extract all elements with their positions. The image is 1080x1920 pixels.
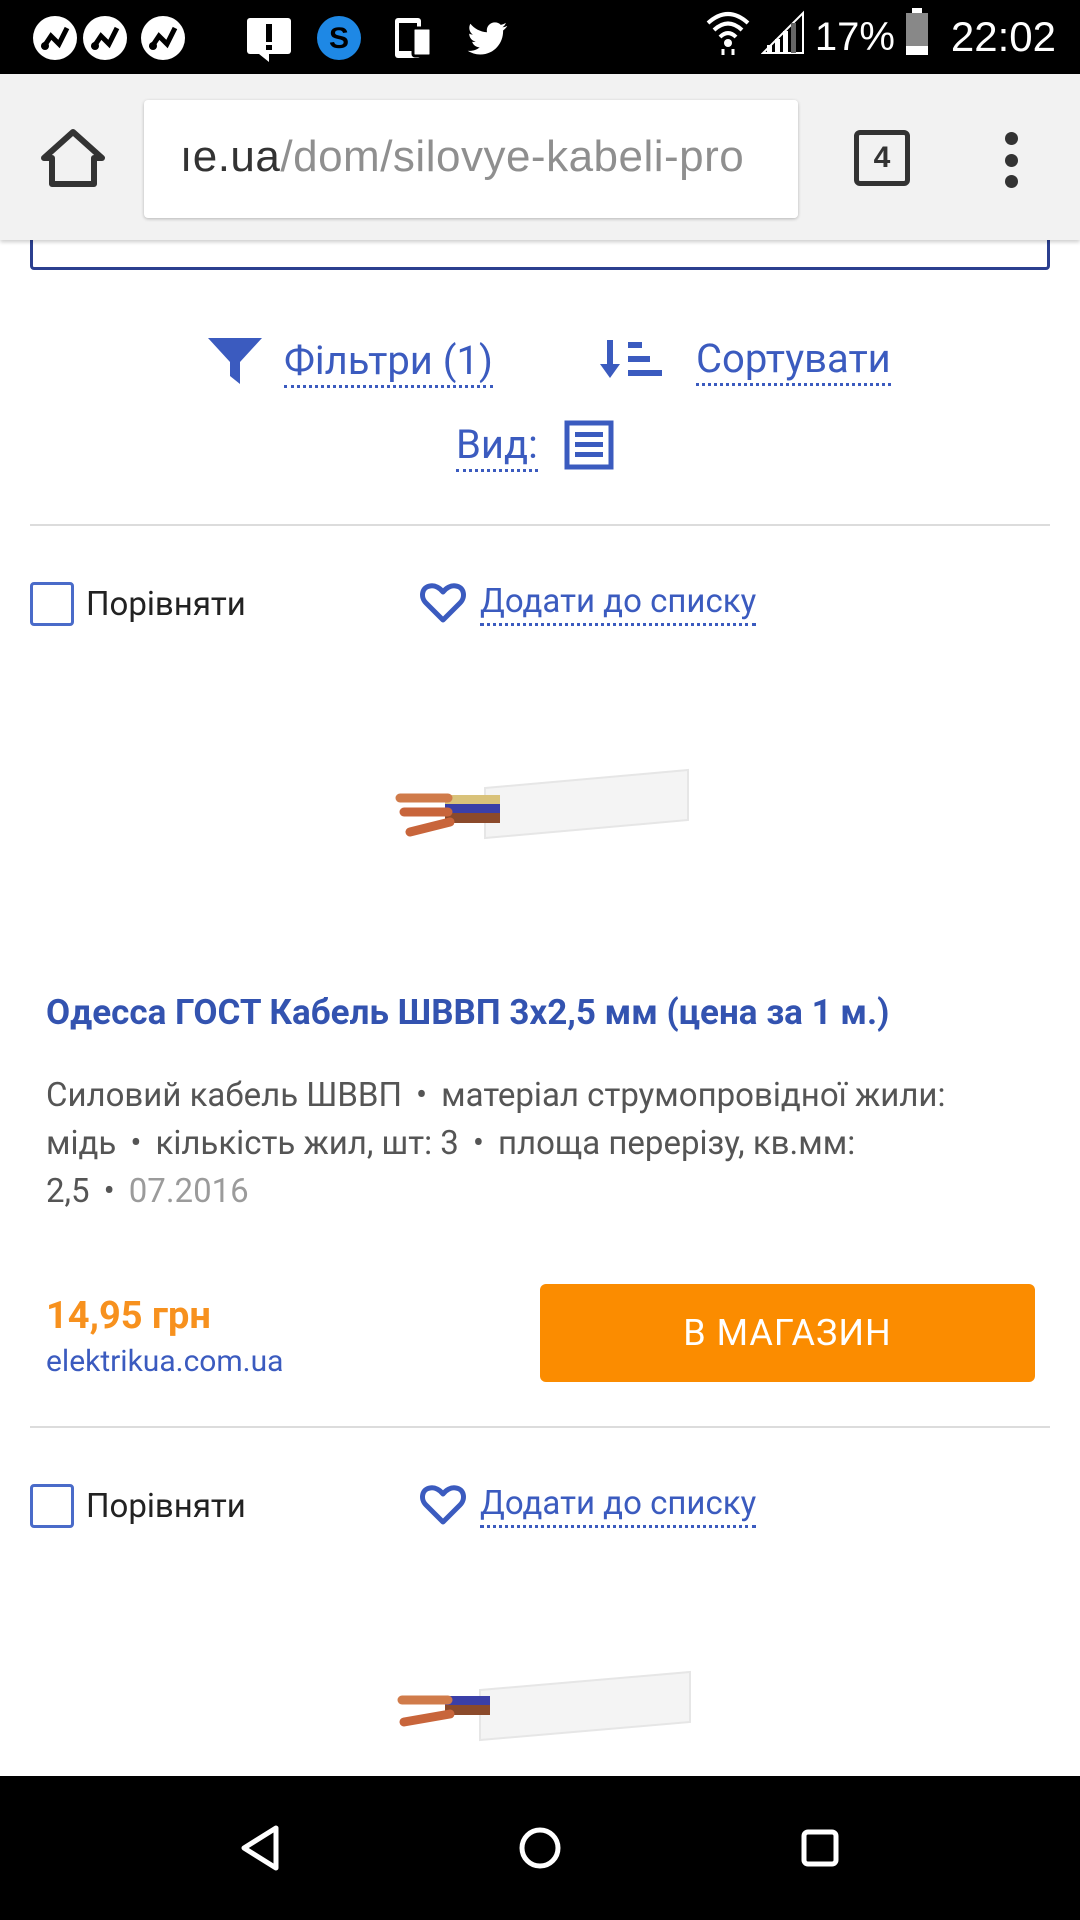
product-title[interactable]: Одесса ГОСТ Кабель ШВВП 3х2,5 мм (цена з… — [46, 992, 1046, 1033]
alert-icon — [244, 13, 294, 63]
divider — [30, 524, 1050, 526]
battery-icon — [905, 8, 929, 66]
product-image[interactable] — [390, 1660, 700, 1770]
compare-label: Порівняти — [86, 1486, 246, 1526]
home-nav-icon[interactable] — [512, 1820, 568, 1876]
back-icon[interactable] — [232, 1820, 288, 1876]
wifi-icon — [705, 9, 751, 65]
sort-icon — [598, 336, 664, 386]
filters-control[interactable]: Фільтри (1) — [206, 336, 493, 390]
clock: 22:02 — [950, 13, 1056, 60]
add-to-list-control[interactable]: Додати до списку — [420, 582, 757, 628]
sort-control[interactable]: Сортувати — [598, 336, 891, 386]
shop-link[interactable]: elektrikua.com.ua — [46, 1344, 283, 1379]
home-icon[interactable] — [38, 126, 108, 190]
product-image[interactable] — [390, 760, 700, 870]
page-content: Фільтри (1) Сортувати Вид: Порівняти Дод… — [0, 240, 1080, 1776]
phone-tablet-icon — [388, 13, 438, 63]
sort-link[interactable]: Сортувати — [696, 336, 891, 386]
twitter-icon — [462, 13, 512, 63]
url-path: /dom/silovye-kabeli-pro — [280, 132, 745, 181]
signal-icon — [760, 9, 805, 65]
compare-label: Порівняти — [86, 584, 246, 624]
view-link[interactable]: Вид: — [456, 422, 538, 472]
product-price: 14,95 грн — [46, 1294, 211, 1338]
heart-icon — [420, 1484, 466, 1530]
add-to-list-link[interactable]: Додати до списку — [480, 584, 757, 626]
compare-checkbox[interactable] — [30, 1484, 74, 1528]
compare-checkbox[interactable] — [30, 582, 74, 626]
status-bar: S 17% 22:02 — [0, 0, 1080, 74]
skype-icon: S — [314, 13, 364, 63]
add-to-list-control[interactable]: Додати до списку — [420, 1484, 757, 1530]
divider — [30, 1426, 1050, 1428]
url-domain: ıe.ua — [180, 132, 281, 181]
overflow-menu-icon[interactable] — [996, 132, 1026, 188]
compare-checkbox-row[interactable]: Порівняти — [30, 582, 246, 626]
product-date: 07.2016 — [128, 1172, 249, 1211]
recents-icon[interactable] — [792, 1820, 848, 1876]
add-to-list-link[interactable]: Додати до списку — [480, 1486, 757, 1528]
app-notification-icon — [80, 13, 130, 63]
product-specs: Силовий кабель ШВВП • матеріал струмопрові… — [46, 1076, 946, 1211]
spec-item: кількість жил, шт: 3 — [155, 1124, 459, 1163]
spec-item: Силовий кабель ШВВП — [46, 1076, 403, 1115]
address-bar[interactable]: ıe.ua/dom/silovye-kabeli-pro — [144, 100, 798, 218]
tab-switcher-button[interactable]: 4 — [854, 130, 910, 186]
heart-icon — [420, 582, 466, 628]
battery-percent: 17% — [814, 14, 895, 59]
go-to-store-button[interactable]: В МАГАЗИН — [540, 1284, 1035, 1382]
filter-icon — [206, 336, 264, 390]
browser-toolbar: ıe.ua/dom/silovye-kabeli-pro 4 — [0, 74, 1080, 240]
view-control[interactable]: Вид: — [456, 420, 614, 474]
filters-link[interactable]: Фільтри (1) — [284, 338, 493, 388]
svg-text:S: S — [329, 22, 349, 55]
search-box[interactable] — [30, 240, 1050, 270]
system-nav-bar — [0, 1776, 1080, 1920]
compare-checkbox-row[interactable]: Порівняти — [30, 1484, 246, 1528]
list-view-icon[interactable] — [564, 420, 614, 474]
app-notification-icon — [138, 13, 188, 63]
app-notification-icon — [30, 13, 80, 63]
